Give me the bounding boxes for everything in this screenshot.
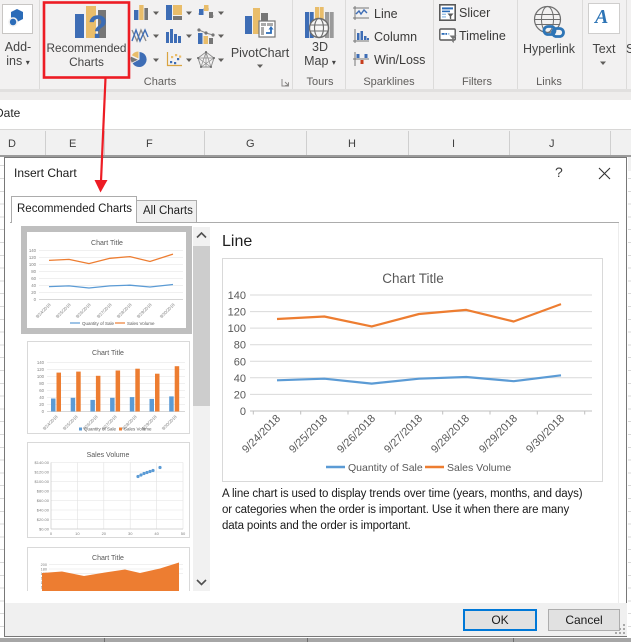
svg-text:9/30/2018: 9/30/2018 <box>161 414 178 431</box>
svg-text:50: 50 <box>181 531 186 536</box>
svg-text:120: 120 <box>37 367 45 372</box>
svg-text:40: 40 <box>31 283 36 288</box>
svg-text:9/29/2018: 9/29/2018 <box>477 413 520 456</box>
svg-text:0: 0 <box>240 406 246 418</box>
svg-text:$0.00: $0.00 <box>39 527 50 532</box>
svg-text:9/24/2018: 9/24/2018 <box>42 414 59 431</box>
svg-text:9/24/2018: 9/24/2018 <box>240 413 283 456</box>
svg-text:40: 40 <box>39 395 44 400</box>
svg-text:60: 60 <box>39 388 44 393</box>
svg-text:140: 140 <box>228 290 246 302</box>
svg-text:9/29/2018: 9/29/2018 <box>136 302 153 319</box>
svg-text:100: 100 <box>37 374 45 379</box>
svg-text:120: 120 <box>228 307 246 319</box>
svg-text:$80.00: $80.00 <box>37 489 50 494</box>
svg-text:9/27/2018: 9/27/2018 <box>96 302 113 319</box>
svg-text:Chart Title: Chart Title <box>91 240 123 247</box>
svg-text:30: 30 <box>128 531 133 536</box>
svg-text:100: 100 <box>228 323 246 335</box>
svg-text:20: 20 <box>31 290 36 295</box>
svg-text:60: 60 <box>31 276 36 281</box>
svg-text:140: 140 <box>37 360 45 365</box>
svg-text:0: 0 <box>42 409 45 414</box>
svg-text:Chart Title: Chart Title <box>92 555 124 562</box>
svg-text:Sales Volume: Sales Volume <box>447 462 511 474</box>
svg-text:200: 200 <box>41 563 47 567</box>
svg-text:0: 0 <box>50 531 53 536</box>
svg-text:Quantity of Sale: Quantity of Sale <box>84 427 117 432</box>
svg-text:$20.00: $20.00 <box>37 517 50 522</box>
svg-text:9/28/2018: 9/28/2018 <box>116 302 133 319</box>
svg-text:Chart Title: Chart Title <box>92 350 124 357</box>
svg-text:60: 60 <box>234 356 246 368</box>
svg-text:10: 10 <box>75 531 80 536</box>
svg-text:Quantity of Sale: Quantity of Sale <box>348 462 423 474</box>
svg-text:Sales Volume: Sales Volume <box>127 321 155 326</box>
svg-text:9/25/2018: 9/25/2018 <box>287 413 330 456</box>
svg-text:9/28/2018: 9/28/2018 <box>429 413 472 456</box>
svg-text:Sales Volume: Sales Volume <box>87 452 130 459</box>
svg-text:20: 20 <box>102 531 107 536</box>
svg-text:80: 80 <box>39 381 44 386</box>
svg-text:?: ? <box>88 9 108 39</box>
svg-text:9/26/2018: 9/26/2018 <box>335 413 378 456</box>
svg-text:80: 80 <box>234 340 246 352</box>
svg-text:Sales Volume: Sales Volume <box>124 427 152 432</box>
svg-text:9/27/2018: 9/27/2018 <box>382 413 425 456</box>
svg-text:40: 40 <box>154 531 159 536</box>
svg-text:9/25/2018: 9/25/2018 <box>62 414 79 431</box>
svg-text:100: 100 <box>29 262 37 267</box>
svg-text:$40.00: $40.00 <box>37 508 50 513</box>
svg-text:9/30/2018: 9/30/2018 <box>524 413 567 456</box>
svg-text:0: 0 <box>34 297 37 302</box>
svg-text:9/25/2018: 9/25/2018 <box>55 302 72 319</box>
svg-text:9/30/2018: 9/30/2018 <box>159 302 176 319</box>
svg-text:80: 80 <box>31 269 36 274</box>
svg-text:$100.00: $100.00 <box>35 479 50 484</box>
svg-text:Chart Title: Chart Title <box>382 271 444 286</box>
svg-text:9/26/2018: 9/26/2018 <box>75 302 92 319</box>
svg-text:140: 140 <box>29 248 37 253</box>
svg-text:40: 40 <box>234 373 246 385</box>
svg-text:20: 20 <box>234 389 246 401</box>
svg-text:120: 120 <box>29 255 37 260</box>
svg-text:$140.00: $140.00 <box>35 460 50 465</box>
svg-text:20: 20 <box>39 402 44 407</box>
svg-text:$120.00: $120.00 <box>35 470 50 475</box>
svg-text:$60.00: $60.00 <box>37 498 50 503</box>
svg-text:180: 180 <box>41 568 47 572</box>
svg-text:Quantity of Sale: Quantity of Sale <box>82 321 115 326</box>
svg-text:9/24/2018: 9/24/2018 <box>35 302 52 319</box>
